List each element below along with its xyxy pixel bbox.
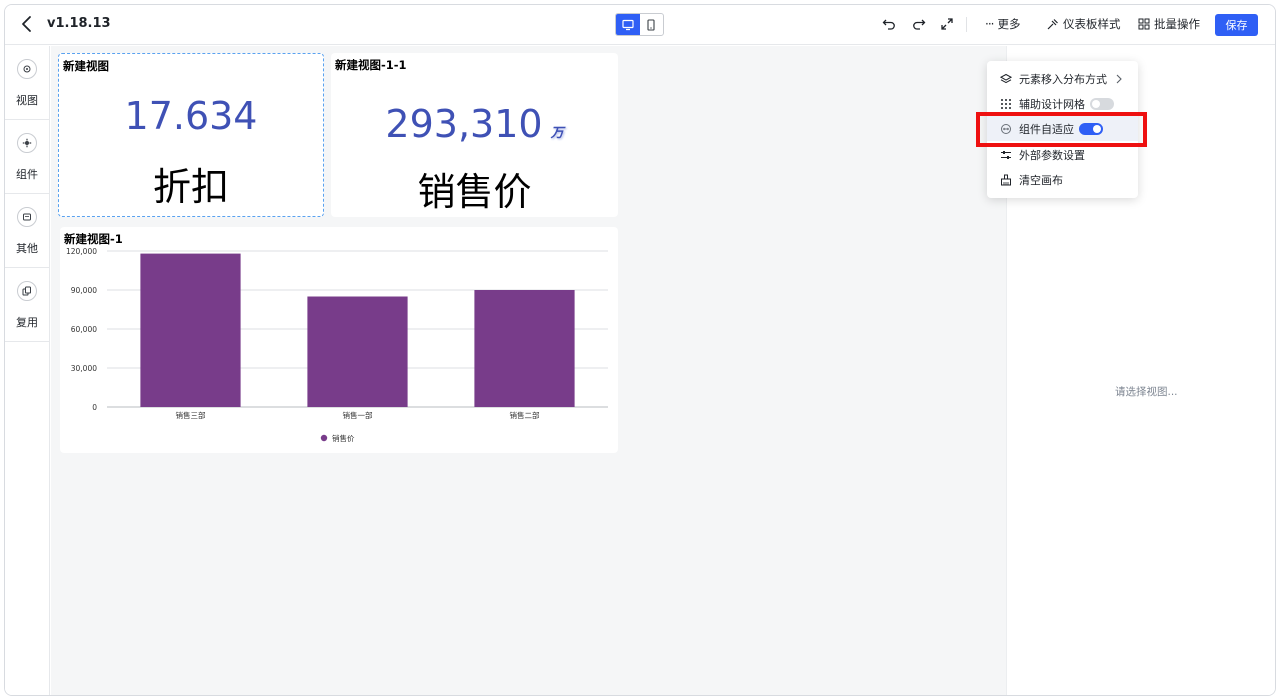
component-sidebar: 视图 组件 其他 复用	[5, 46, 50, 695]
dashboard-style-button[interactable]: 仪表板样式	[1046, 16, 1121, 32]
sidebar-item-other[interactable]: 其他	[5, 194, 49, 268]
y-tick-label: 60,000	[71, 325, 97, 334]
y-tick-label: 120,000	[66, 247, 97, 256]
version-label: v1.18.13	[47, 16, 111, 31]
kpi-value: 293,310	[385, 102, 543, 146]
undo-icon[interactable]	[881, 16, 897, 32]
device-toggle	[615, 13, 664, 36]
sidebar-item-label: 视图	[16, 94, 38, 107]
back-icon[interactable]	[17, 14, 37, 34]
dashboard-canvas[interactable]: 新建视图 17.634 折扣 新建视图-1-1 293,310 万 销售价 新建视…	[51, 46, 1006, 695]
other-icon	[17, 207, 37, 227]
component-icon	[17, 133, 37, 153]
menu-item-label: 清空画布	[1019, 173, 1063, 187]
desktop-view-button[interactable]	[616, 14, 640, 35]
kpi-card-discount[interactable]: 新建视图 17.634 折扣	[58, 53, 324, 217]
more-label: 更多	[997, 17, 1021, 31]
legend-marker	[320, 434, 328, 442]
kpi-card-sales-price[interactable]: 新建视图-1-1 293,310 万 销售价	[331, 53, 618, 217]
menu-item-label: 辅助设计网格	[1019, 97, 1085, 111]
reuse-icon	[17, 281, 37, 301]
bar-chart: 0 30,000 60,000 90,000 120,000 销售三部 销售一部 销售二部销售…	[66, 247, 608, 443]
menu-item-label: 元素移入分布方式	[1019, 72, 1107, 86]
bar	[140, 253, 241, 407]
x-tick-label: 销售三部	[176, 410, 206, 420]
batch-operation-label: 批量操作	[1154, 17, 1200, 31]
save-button[interactable]: 保存	[1215, 14, 1258, 36]
card-title: 新建视图	[63, 59, 109, 73]
bar	[307, 296, 408, 407]
top-toolbar: v1.18.13 ··· 更多 仪表板样式 批量操作 保存	[5, 5, 1275, 45]
highlight-annotation-box	[976, 112, 1147, 147]
y-tick-label: 0	[92, 403, 97, 412]
kpi-label: 折扣	[152, 165, 229, 209]
style-brush-icon	[1047, 18, 1058, 29]
clear-icon	[999, 173, 1013, 187]
app-window: v1.18.13 ··· 更多 仪表板样式 批量操作 保存 视图 组件 其他 复…	[4, 4, 1276, 696]
y-tick-label: 90,000	[71, 286, 97, 295]
sidebar-item-label: 其他	[16, 242, 38, 255]
sidebar-item-component[interactable]: 组件	[5, 120, 49, 194]
kpi-unit: 万	[550, 126, 564, 141]
y-tick-label: 30,000	[71, 364, 97, 373]
card-title: 新建视图-1-1	[335, 58, 407, 72]
redo-icon[interactable]	[911, 16, 927, 32]
view-icon	[17, 59, 37, 79]
menu-item-element-distribution[interactable]: 元素移入分布方式	[987, 66, 1138, 91]
sidebar-item-view[interactable]: 视图	[5, 46, 49, 120]
x-tick-label: 销售二部	[510, 410, 540, 420]
desktop-icon	[622, 19, 634, 30]
empty-selection-hint: 请选择视图...	[1115, 386, 1178, 398]
design-grid-toggle[interactable]	[1090, 97, 1114, 110]
layers-icon	[999, 72, 1013, 86]
batch-grid-icon	[1138, 18, 1150, 30]
menu-item-clear-canvas[interactable]: 清空画布	[987, 167, 1138, 192]
bar	[474, 290, 575, 407]
kpi-value-row: 293,310 万	[331, 102, 618, 146]
sliders-icon	[999, 148, 1013, 162]
kpi-value: 17.634	[124, 94, 258, 138]
mobile-view-button[interactable]	[640, 14, 664, 35]
x-tick-label: 销售一部	[343, 410, 373, 420]
toolbar-divider	[966, 17, 967, 32]
sidebar-item-label: 复用	[16, 316, 38, 329]
dashboard-style-label: 仪表板样式	[1063, 17, 1121, 31]
kpi-label: 销售价	[417, 170, 532, 214]
chevron-right-icon	[1116, 74, 1122, 83]
grid-dots-icon	[999, 97, 1013, 111]
batch-operation-button[interactable]: 批量操作	[1138, 16, 1200, 32]
legend-label: 销售价	[332, 433, 355, 443]
sidebar-item-label: 组件	[16, 168, 38, 181]
fullscreen-icon[interactable]	[939, 16, 955, 32]
more-button[interactable]: ··· 更多	[985, 16, 1020, 32]
bar-chart-card[interactable]: 新建视图-1 0 30,000 60,000 90,000 120,000 销售三部 销售一…	[60, 227, 618, 453]
menu-item-label: 外部参数设置	[1019, 148, 1085, 162]
more-icon: ···	[985, 17, 995, 31]
mobile-icon	[647, 18, 655, 31]
sidebar-item-reuse[interactable]: 复用	[5, 268, 49, 342]
